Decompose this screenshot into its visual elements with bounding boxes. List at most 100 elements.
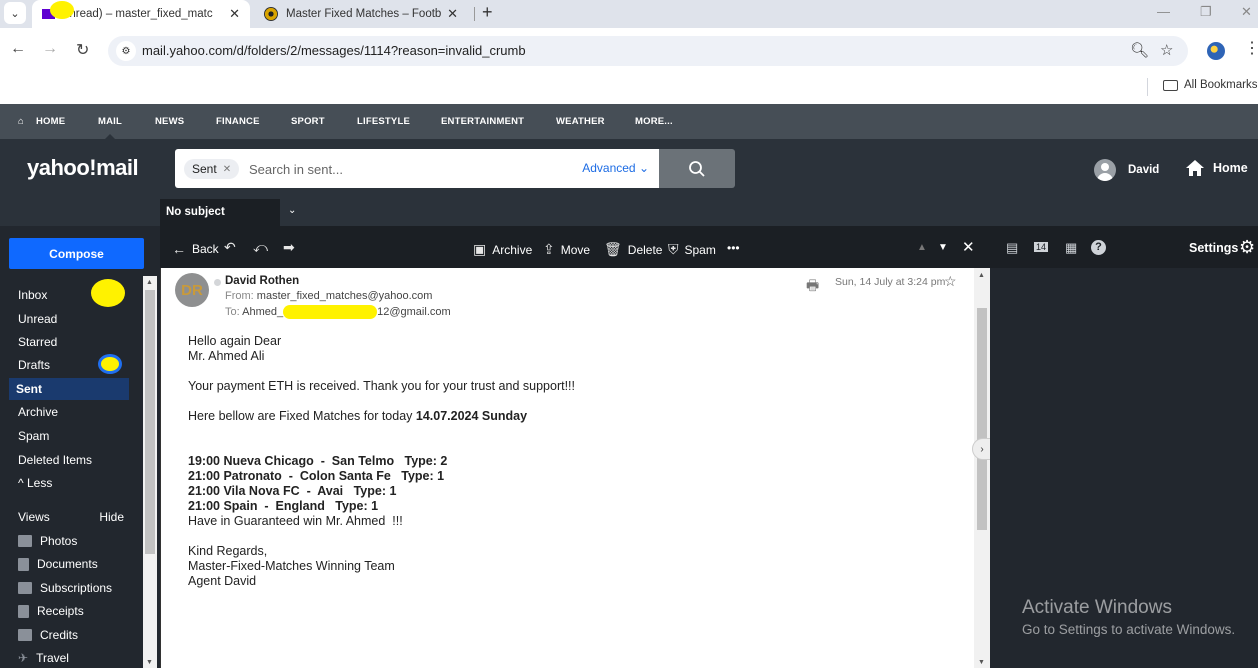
help-icon[interactable]: ?: [1091, 240, 1106, 255]
scroll-up-icon[interactable]: ▲: [978, 272, 985, 279]
view-label: Credits: [40, 628, 79, 642]
chevron-down-icon[interactable]: ⌄: [288, 205, 296, 216]
browser-menu-icon[interactable]: ⋮: [1244, 38, 1258, 58]
advanced-search-button[interactable]: Advanced ⌄: [582, 161, 649, 175]
scroll-down-icon[interactable]: ▼: [978, 659, 985, 666]
sidebar-item-unread[interactable]: Unread: [9, 308, 129, 330]
tab-master-fixed-matches[interactable]: Master Fixed Matches – Footbal ✕: [254, 0, 468, 28]
print-icon[interactable]: 🖶: [806, 275, 819, 299]
gear-icon[interactable]: ⚙: [1239, 237, 1255, 258]
sidebar-item-sent[interactable]: Sent: [9, 378, 129, 400]
archive-button[interactable]: ▣ Archive: [473, 241, 532, 258]
reply-icon[interactable]: ↶: [224, 239, 236, 256]
intro-date: 14.07.2024 Sunday: [415, 409, 528, 423]
profile-avatar-icon[interactable]: [1207, 42, 1225, 60]
bookmark-star-icon[interactable]: ☆: [1160, 41, 1173, 59]
settings-button[interactable]: Settings: [1189, 241, 1238, 255]
all-bookmarks-button[interactable]: All Bookmarks: [1163, 79, 1258, 91]
url-text[interactable]: mail.yahoo.com/d/folders/2/messages/1114…: [142, 43, 526, 58]
to-address-suffix[interactable]: 12@gmail.com: [377, 306, 451, 318]
less-toggle[interactable]: ^ Less: [9, 472, 129, 494]
back-button[interactable]: ← Back: [172, 241, 219, 257]
remove-chip-icon[interactable]: ✕: [223, 164, 231, 175]
sidebar-scrollbar[interactable]: ▲ ▼: [143, 276, 157, 668]
nav-weather[interactable]: WEATHER: [556, 116, 605, 127]
receipt-icon: [18, 604, 29, 618]
chip-label: Sent: [192, 162, 217, 176]
view-documents[interactable]: Documents: [18, 557, 98, 571]
search-button[interactable]: [659, 149, 735, 188]
view-label: Receipts: [37, 604, 84, 618]
restore-button[interactable]: ❐: [1200, 4, 1212, 20]
scroll-down-icon[interactable]: ▼: [146, 659, 153, 666]
search-folder-chip[interactable]: Sent ✕: [184, 159, 240, 179]
notepad-icon[interactable]: ▦: [1065, 240, 1077, 256]
next-message-icon[interactable]: ▼: [938, 242, 948, 253]
site-settings-icon[interactable]: ⚙: [116, 41, 136, 61]
view-travel[interactable]: ✈ Travel: [18, 651, 69, 665]
view-subscriptions[interactable]: Subscriptions: [18, 581, 112, 595]
close-message-icon[interactable]: ✕: [962, 238, 975, 256]
view-label: Photos: [40, 534, 78, 548]
nav-sport[interactable]: SPORT: [291, 116, 325, 127]
yahoo-mail-logo[interactable]: yahoo!mail: [27, 155, 139, 181]
contacts-icon[interactable]: ▤: [1006, 240, 1018, 256]
read-status-dot[interactable]: [214, 279, 221, 286]
view-receipts[interactable]: Receipts: [18, 604, 84, 618]
sidebar-item-archive[interactable]: Archive: [9, 401, 129, 423]
nav-entertainment[interactable]: ENTERTAINMENT: [441, 116, 524, 127]
minimize-button[interactable]: —: [1157, 4, 1170, 19]
delete-button[interactable]: 🗑︎ Delete: [604, 241, 662, 258]
user-menu[interactable]: David: [1094, 159, 1159, 181]
expand-pane-button[interactable]: ›: [972, 438, 992, 460]
to-address-prefix[interactable]: Ahmed_: [242, 306, 283, 318]
view-photos[interactable]: Photos: [18, 534, 77, 548]
home-link[interactable]: Home: [1185, 159, 1248, 177]
close-window-button[interactable]: ✕: [1241, 4, 1252, 20]
nav-home[interactable]: HOME: [36, 116, 65, 127]
nav-more[interactable]: MORE...: [635, 116, 673, 127]
nav-mail[interactable]: MAIL: [98, 116, 122, 127]
close-tab-icon[interactable]: ✕: [447, 6, 458, 22]
tab-search-button[interactable]: ⌄: [4, 2, 26, 24]
reload-icon[interactable]: ↻: [76, 40, 89, 60]
sender-avatar[interactable]: DR: [175, 273, 209, 307]
sidebar-item-spam[interactable]: Spam: [9, 425, 129, 447]
nav-finance[interactable]: FINANCE: [216, 116, 260, 127]
view-credits[interactable]: Credits: [18, 628, 78, 642]
message-scrollbar[interactable]: ▲ ▼: [974, 268, 990, 668]
scroll-up-icon[interactable]: ▲: [146, 279, 153, 286]
move-button[interactable]: ⇪ Move: [543, 241, 590, 258]
to-label: To:: [225, 305, 240, 318]
message-tab[interactable]: No subject: [160, 199, 280, 226]
from-address[interactable]: master_fixed_matches@yahoo.com: [257, 290, 433, 302]
back-arrow-icon[interactable]: ←: [10, 40, 26, 58]
scrollbar-thumb[interactable]: [145, 290, 155, 554]
scrollbar-thumb[interactable]: [977, 308, 987, 530]
close-tab-icon[interactable]: ✕: [229, 6, 240, 22]
address-bar[interactable]: ⚙ mail.yahoo.com/d/folders/2/messages/11…: [108, 36, 1188, 66]
forward-arrow-icon[interactable]: →: [42, 40, 58, 58]
tab-title: unread) – master_fixed_matc: [63, 8, 213, 20]
previous-message-icon[interactable]: ▲: [917, 242, 927, 253]
zoom-icon[interactable]: 🔍︎: [1130, 41, 1149, 59]
body-line: Mr. Ahmed Ali: [188, 349, 265, 363]
reply-all-icon[interactable]: ⤺: [253, 239, 268, 256]
spam-button[interactable]: ⛨ Spam: [668, 241, 716, 258]
nav-lifestyle[interactable]: LIFESTYLE: [357, 116, 410, 127]
more-actions-button[interactable]: •••: [727, 241, 740, 255]
forward-icon[interactable]: ➡: [283, 239, 295, 256]
hide-views-button[interactable]: Hide: [99, 510, 124, 524]
nav-news[interactable]: NEWS: [155, 116, 184, 127]
trash-icon: 🗑︎: [604, 241, 622, 257]
compose-button[interactable]: Compose: [9, 238, 144, 269]
redaction-mark: [98, 354, 122, 374]
new-tab-button[interactable]: +: [482, 2, 493, 23]
sender-name[interactable]: David Rothen: [225, 275, 299, 287]
sidebar-item-deleted[interactable]: Deleted Items: [9, 449, 129, 471]
calendar-icon[interactable]: 14: [1034, 242, 1049, 252]
search-input[interactable]: [249, 158, 569, 180]
right-rail-toolbar: ▤ 14 ▦ ? Settings ⚙: [990, 226, 1258, 268]
sidebar-item-starred[interactable]: Starred: [9, 331, 129, 353]
star-icon[interactable]: ☆: [944, 273, 957, 290]
